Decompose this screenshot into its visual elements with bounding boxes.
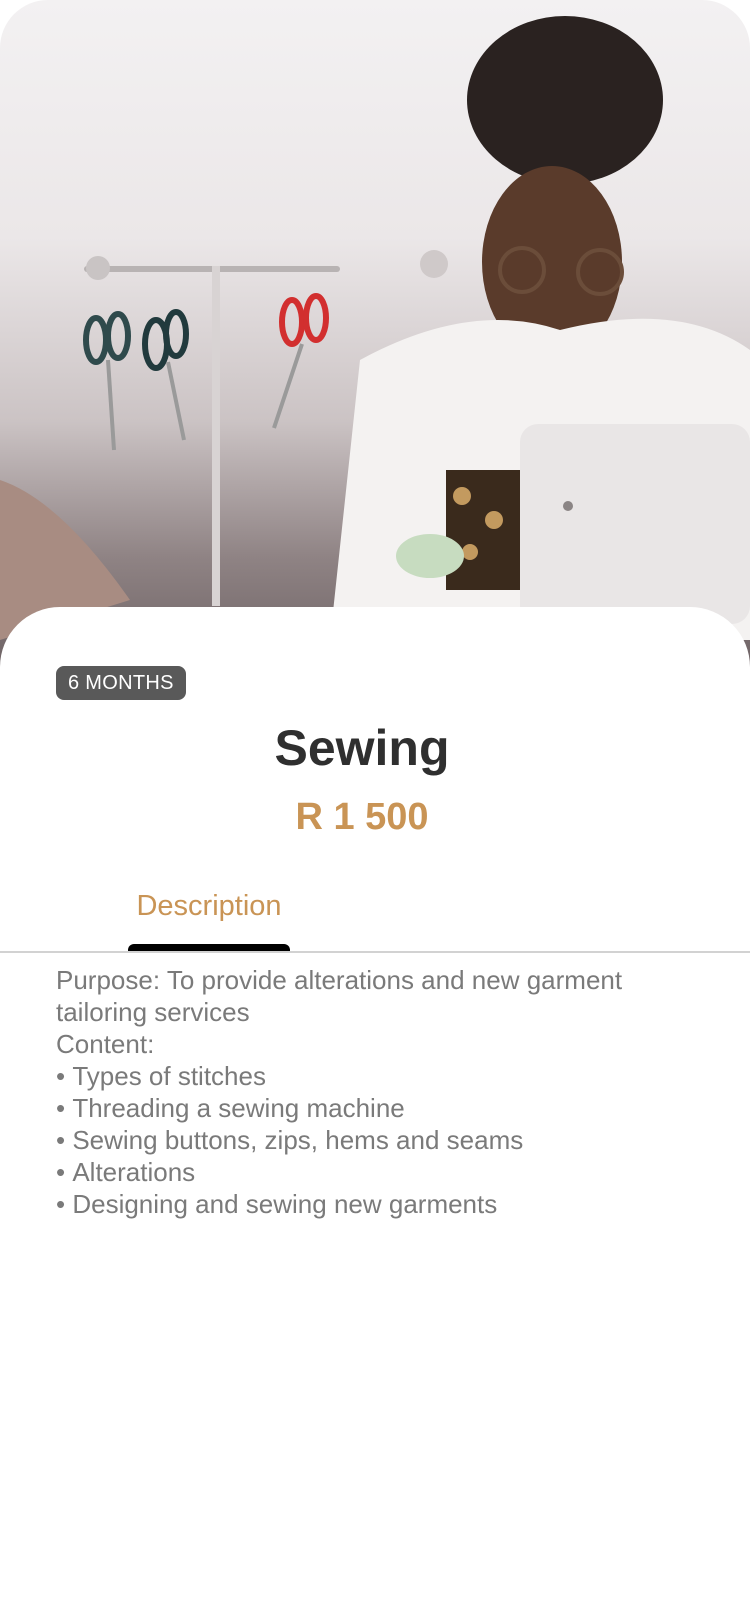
course-title: Sewing [274, 720, 450, 776]
tab-description[interactable]: Description [128, 884, 290, 952]
scissors-icon [142, 309, 189, 441]
hair-shape [467, 16, 663, 184]
content-list: Types of stitches Threading a sewing mac… [56, 1060, 716, 1220]
course-price: R 1 500 [295, 796, 429, 838]
scissors-icon [272, 293, 329, 429]
description-text: Purpose: To provide alterations and new … [56, 964, 716, 1220]
content-heading: Content: [56, 1029, 155, 1059]
hero-image [0, 0, 750, 680]
purpose-line: Purpose: To provide alterations and new … [56, 965, 623, 1027]
sewing-machine-shape [520, 424, 750, 624]
duration-badge: 6 MONTHS [56, 666, 186, 700]
list-item: Designing and sewing new garments [56, 1188, 716, 1220]
list-item: Threading a sewing machine [56, 1092, 716, 1124]
tab-description-label: Description [136, 890, 282, 922]
list-item: Sewing buttons, zips, hems and seams [56, 1124, 716, 1156]
list-item: Alterations [56, 1156, 716, 1188]
scissors-icon [83, 311, 131, 451]
hero-photo-illustration [0, 16, 750, 640]
list-item: Types of stitches [56, 1060, 716, 1092]
tab-divider [0, 951, 750, 953]
